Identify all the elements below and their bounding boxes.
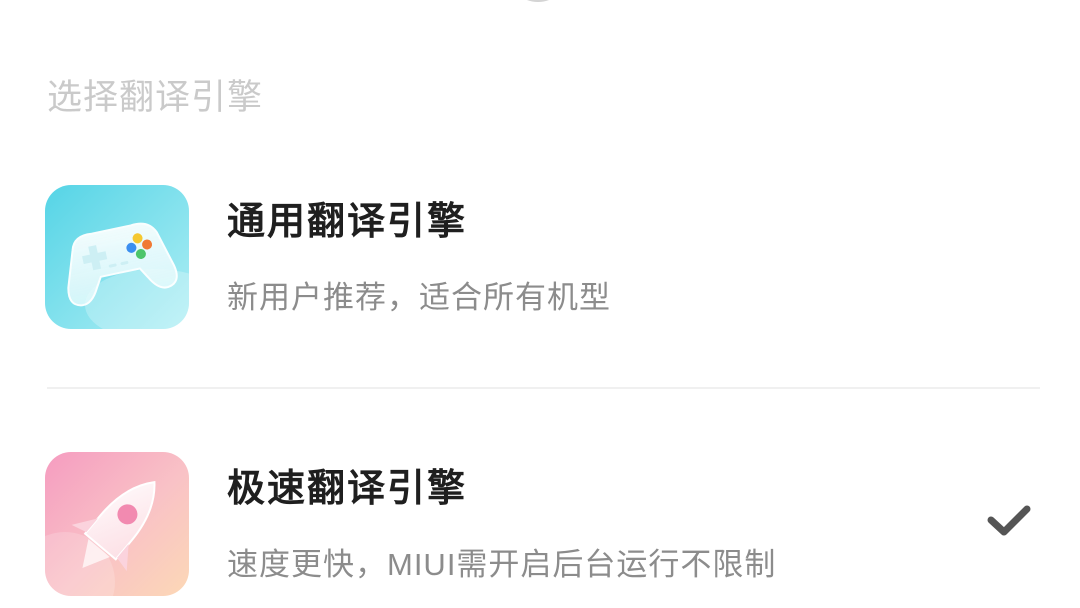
section-title: 选择翻译引擎 <box>47 78 264 117</box>
engine-option-fast[interactable]: 极速翻译引擎 速度更快，MIUI需开启后台运行不限制 <box>0 427 1080 608</box>
rocket-icon <box>45 452 189 596</box>
game-controller-icon <box>45 185 189 329</box>
engine-option-general[interactable]: 通用翻译引擎 新用户推荐，适合所有机型 <box>0 160 1080 360</box>
translation-engine-picker: 选择翻译引擎 通用翻译引擎 新用户推荐，适合所有机型 极速翻译引擎 速度更快，M… <box>0 0 1080 608</box>
checkmark-icon <box>987 505 1031 536</box>
engine-title: 通用翻译引擎 <box>227 201 468 243</box>
engine-title: 极速翻译引擎 <box>227 468 468 510</box>
divider <box>47 387 1040 389</box>
top-partial-icon <box>508 0 568 2</box>
engine-subtitle: 新用户推荐，适合所有机型 <box>227 280 611 315</box>
engine-subtitle: 速度更快，MIUI需开启后台运行不限制 <box>227 547 777 582</box>
